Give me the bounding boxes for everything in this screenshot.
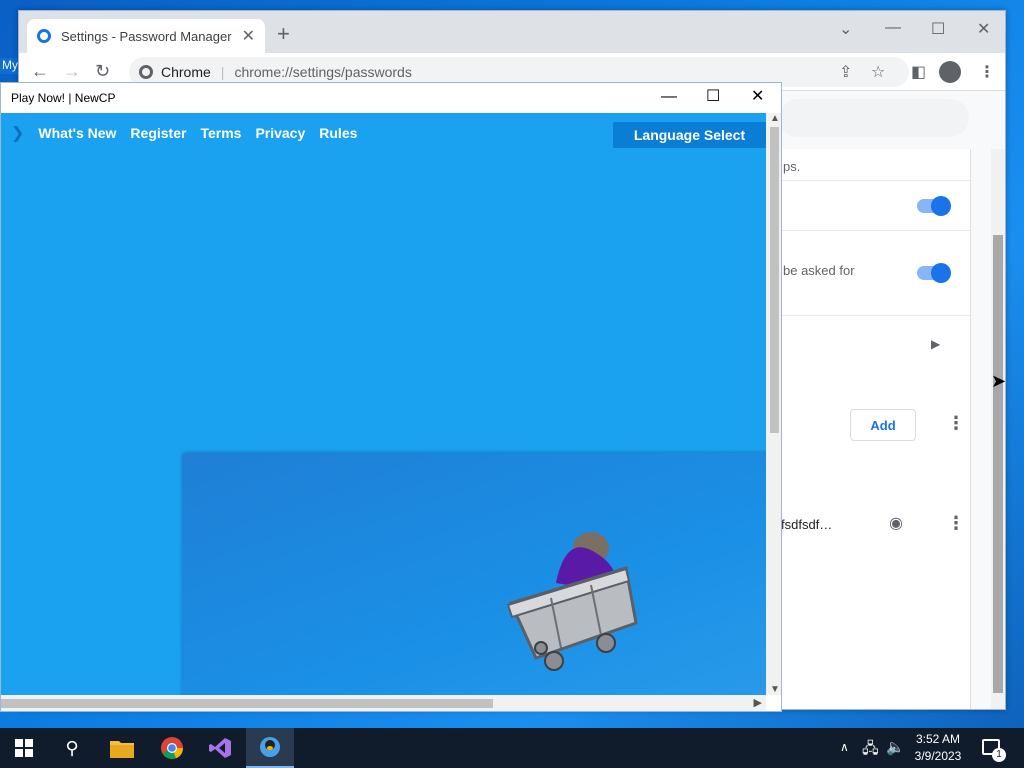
- scroll-right-arrow-icon[interactable]: ▶: [754, 696, 762, 709]
- bookmark-star-icon[interactable]: ☆: [871, 62, 885, 82]
- share-icon[interactable]: ⇪: [839, 62, 852, 82]
- divider: [779, 180, 970, 181]
- search-icon[interactable]: ⚲: [48, 728, 96, 768]
- forward-arrow-icon[interactable]: →: [63, 61, 81, 81]
- minimize-icon[interactable]: —: [661, 87, 677, 107]
- auto-signin-toggle[interactable]: [917, 263, 951, 283]
- penguin-mine-cart-icon: [506, 532, 638, 671]
- maximize-icon[interactable]: ☐: [931, 19, 945, 39]
- settings-gear-icon: [37, 29, 51, 43]
- side-panel-icon[interactable]: ◧: [911, 62, 926, 82]
- newcp-titlebar[interactable]: Play Now! | NewCP — ☐ ✕: [1, 83, 781, 113]
- expand-arrow-icon[interactable]: ▶: [931, 337, 940, 351]
- scrollbar-thumb[interactable]: [770, 127, 779, 433]
- profile-avatar-icon[interactable]: [939, 61, 961, 83]
- password-more-actions-icon[interactable]: ⋮: [947, 513, 965, 534]
- nav-link-whats-new[interactable]: What's New: [38, 125, 116, 141]
- toggle-knob: [931, 263, 951, 283]
- window-title: Play Now! | NewCP: [11, 91, 116, 105]
- language-select-button[interactable]: Language Select: [613, 122, 766, 148]
- scroll-down-arrow-icon[interactable]: ▼: [770, 684, 780, 695]
- minimize-icon[interactable]: —: [885, 19, 901, 37]
- scroll-up-arrow-icon[interactable]: ▲: [770, 113, 780, 124]
- divider: [779, 315, 970, 316]
- settings-scrollbar[interactable]: [991, 149, 1005, 709]
- settings-search-input[interactable]: [779, 99, 969, 137]
- offer-save-description: ps.: [783, 159, 801, 174]
- menu-kebab-icon[interactable]: ⋮: [979, 62, 995, 82]
- tab-strip: Settings - Password Manager ✕ + ⌄ — ☐ ✕: [19, 11, 1005, 53]
- close-window-icon[interactable]: ✕: [751, 87, 764, 107]
- nav-chevron-icon[interactable]: ❯: [11, 123, 24, 143]
- divider: [779, 230, 970, 231]
- tab-search-chevron-icon[interactable]: ⌄: [839, 19, 852, 39]
- scrollbar-thumb[interactable]: [993, 235, 1003, 693]
- tab-close-icon[interactable]: ✕: [242, 26, 255, 46]
- nav-link-privacy[interactable]: Privacy: [255, 125, 305, 141]
- game-horizontal-scrollbar[interactable]: ▶: [1, 695, 766, 711]
- chrome-taskbar-icon[interactable]: [148, 728, 196, 768]
- notification-count-badge: 1: [992, 748, 1006, 762]
- visual-studio-icon[interactable]: [196, 728, 244, 768]
- omnibox-divider: |: [220, 64, 225, 80]
- offer-save-passwords-toggle[interactable]: [917, 196, 951, 216]
- volume-icon[interactable]: 🔈: [886, 738, 905, 756]
- new-tab-button[interactable]: +: [277, 23, 290, 45]
- desktop-icon-label[interactable]: My: [0, 58, 18, 74]
- mouse-cursor-icon: ➤: [991, 371, 1006, 391]
- url-text: chrome://settings/passwords: [234, 64, 412, 80]
- chrome-logo-icon: [139, 65, 153, 79]
- taskbar: ⚲ ∧ 🖧 🔈 3:52 AM 3/9/2023 1: [0, 728, 1024, 768]
- windows-logo-icon: [15, 739, 33, 757]
- omnibox-chip: Chrome: [161, 64, 211, 80]
- game-viewport[interactable]: ❯ What's New Register Terms Privacy Rule…: [1, 113, 766, 695]
- nav-link-terms[interactable]: Terms: [200, 125, 241, 141]
- add-password-button[interactable]: Add: [850, 409, 916, 441]
- newcp-taskbar-icon[interactable]: [246, 728, 294, 768]
- game-loading-stage: [182, 453, 766, 695]
- more-actions-icon[interactable]: ⋮: [947, 413, 965, 434]
- game-vertical-scrollbar[interactable]: ▲ ▼: [766, 113, 781, 695]
- saved-password-text: fsdfsdf…: [781, 517, 833, 532]
- tab-settings[interactable]: Settings - Password Manager ✕: [27, 19, 265, 53]
- start-button[interactable]: [0, 728, 48, 768]
- reload-icon[interactable]: ↻: [95, 61, 110, 81]
- toggle-knob: [931, 196, 951, 216]
- back-arrow-icon[interactable]: ←: [31, 61, 49, 81]
- newcp-window: Play Now! | NewCP — ☐ ✕ ❯ What's New Reg…: [0, 82, 782, 712]
- clock-time[interactable]: 3:52 AM: [904, 732, 972, 746]
- scrollbar-thumb[interactable]: [1, 699, 493, 708]
- tray-chevron-up-icon[interactable]: ∧: [840, 740, 849, 754]
- password-settings-card: ps. be asked for ▶ Add ⋮ fsdfsdf… ◉ ⋮: [779, 149, 971, 709]
- nav-link-rules[interactable]: Rules: [319, 125, 357, 141]
- network-icon[interactable]: 🖧: [862, 738, 879, 763]
- clock-date[interactable]: 3/9/2023: [904, 749, 972, 763]
- maximize-icon[interactable]: ☐: [706, 87, 720, 107]
- close-window-icon[interactable]: ✕: [977, 19, 990, 39]
- tab-title: Settings - Password Manager: [61, 28, 232, 44]
- nav-link-register[interactable]: Register: [130, 125, 186, 141]
- auto-signin-description: be asked for: [783, 263, 855, 278]
- file-explorer-icon[interactable]: [98, 728, 146, 768]
- show-password-eye-off-icon[interactable]: ◉: [889, 513, 903, 533]
